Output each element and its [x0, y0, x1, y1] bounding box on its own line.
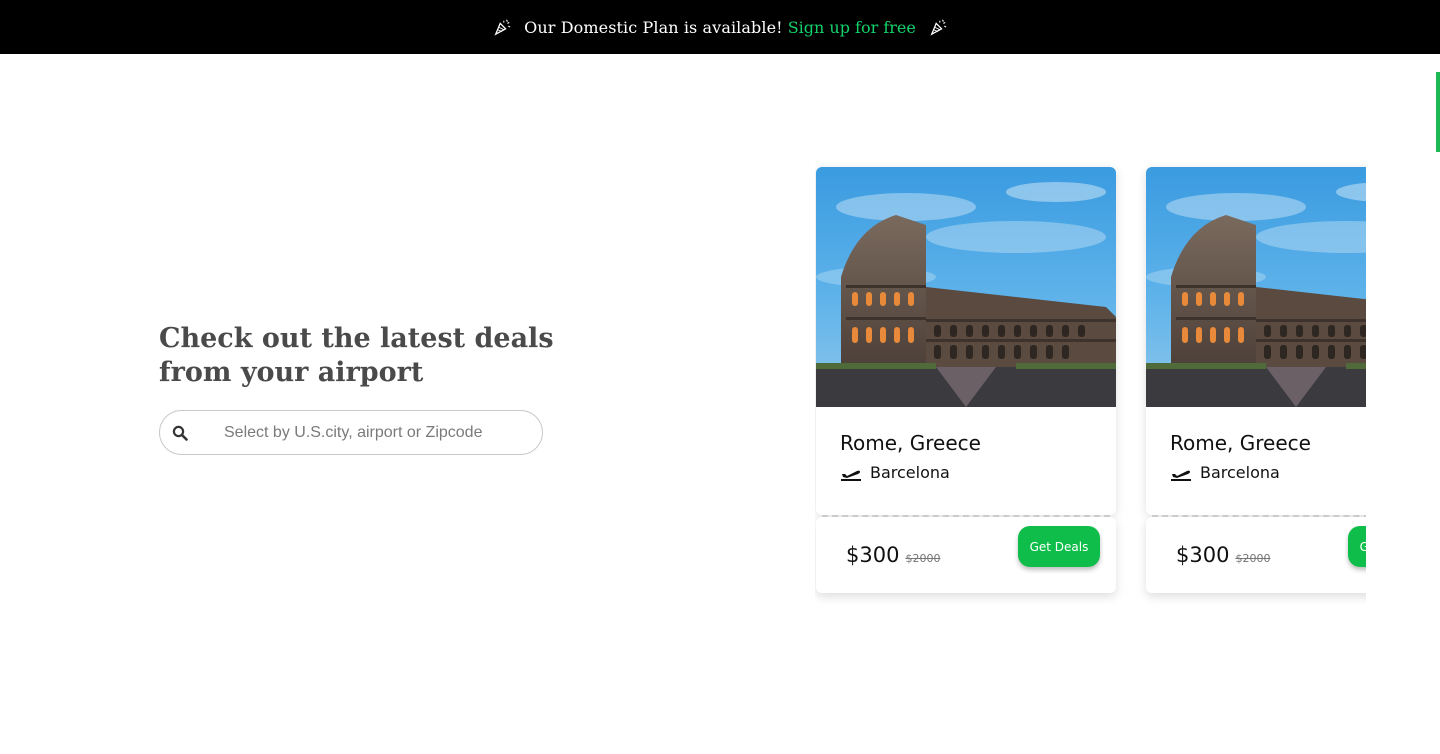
- deal-origin-label: Barcelona: [870, 463, 950, 482]
- search-input[interactable]: [222, 422, 526, 443]
- airport-search[interactable]: [159, 410, 543, 455]
- deal-destination: Rome, Greece: [1170, 431, 1311, 455]
- deal-destination: Rome, Greece: [840, 431, 981, 455]
- deal-price: $300: [1176, 543, 1230, 567]
- deal-origin-label: Barcelona: [1200, 463, 1280, 482]
- deal-price: $300: [846, 543, 900, 567]
- announcement-message: Our Domestic Plan is available!: [524, 17, 783, 37]
- deal-old-price: $2000: [905, 551, 941, 565]
- colosseum-photo: [1146, 167, 1366, 407]
- deal-card-bottom: $300 $2000 Get Deals: [816, 517, 1116, 593]
- deal-origin: Barcelona: [840, 463, 1116, 482]
- airplane-departure-icon: [841, 470, 861, 481]
- deal-card[interactable]: Rome, Greece Barcelona $300 $2000 Get De…: [1146, 167, 1366, 593]
- scroll-indicator[interactable]: [1436, 72, 1440, 152]
- get-deals-button[interactable]: Get Deals: [1018, 526, 1100, 567]
- deal-old-price: $2000: [1235, 551, 1271, 565]
- page-title: Check out the latest deals from your air…: [159, 322, 559, 390]
- deal-card-top: Rome, Greece Barcelona: [1146, 167, 1366, 515]
- deal-origin: Barcelona: [1170, 463, 1366, 482]
- signup-link[interactable]: Sign up for free: [788, 18, 916, 37]
- get-deals-button[interactable]: Get Deals: [1348, 526, 1366, 567]
- deal-card-bottom: $300 $2000 Get Deals: [1146, 517, 1366, 593]
- search-icon: [172, 425, 188, 441]
- party-popper-icon: [492, 17, 512, 37]
- deal-card[interactable]: Rome, Greece Barcelona $300 $2000 Get De…: [816, 167, 1116, 593]
- page-title-line-1: Check out the latest deals: [159, 323, 554, 354]
- deal-card-top: Rome, Greece Barcelona: [816, 167, 1116, 515]
- colosseum-photo: [816, 167, 1116, 407]
- deals-carousel[interactable]: Rome, Greece Barcelona $300 $2000 Get De…: [815, 160, 1366, 610]
- airplane-departure-icon: [1171, 470, 1191, 481]
- party-popper-icon: [928, 17, 948, 37]
- page-title-line-2: from your airport: [159, 357, 424, 388]
- announcement-bar: Our Domestic Plan is available! Sign up …: [0, 0, 1440, 54]
